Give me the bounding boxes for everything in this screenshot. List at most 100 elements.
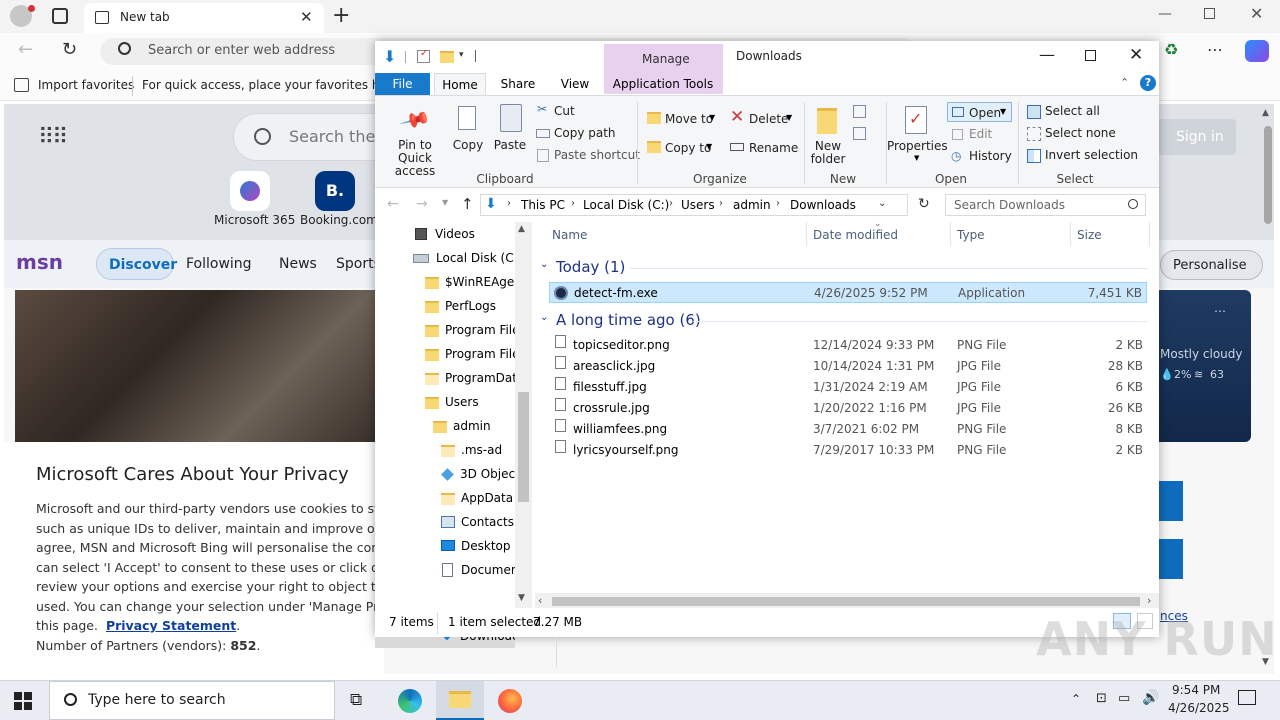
- accept-button-fragment[interactable]: [1159, 481, 1183, 521]
- open-dropdown-icon[interactable]: ▼: [1000, 107, 1006, 116]
- browser-tab[interactable]: New tab ✕: [84, 3, 324, 33]
- nav-desktop[interactable]: Desktop: [441, 534, 515, 558]
- select-none-button[interactable]: Select none: [1045, 126, 1116, 140]
- network-icon[interactable]: ▭: [1118, 691, 1130, 706]
- back-arrow-icon[interactable]: ←: [18, 39, 33, 60]
- group-collapse-icon[interactable]: ⌄: [540, 259, 548, 270]
- crumb-users[interactable]: Users: [681, 198, 715, 212]
- paste-shortcut-button[interactable]: Paste shortcut: [554, 148, 640, 162]
- nav-contacts[interactable]: Contacts: [441, 510, 515, 534]
- news-photo[interactable]: [15, 290, 375, 442]
- nav-3d-objects[interactable]: 3D Objects: [441, 462, 515, 486]
- group-long-ago[interactable]: A long time ago (6): [556, 311, 701, 329]
- column-divider[interactable]: [806, 222, 807, 246]
- qat-properties-icon[interactable]: ✓: [417, 48, 430, 63]
- tab-share[interactable]: Share: [493, 73, 543, 95]
- qat-download-icon[interactable]: ⬇: [383, 47, 396, 66]
- reject-button-fragment[interactable]: [1159, 539, 1183, 579]
- column-type[interactable]: Type: [957, 228, 985, 242]
- tab-news[interactable]: News: [279, 256, 317, 272]
- breadcrumb-chevron[interactable]: ›: [507, 198, 511, 209]
- nav-winreagent[interactable]: $WinREAgent: [425, 270, 515, 294]
- move-to-dropdown-icon[interactable]: ▼: [709, 113, 715, 122]
- tab-view[interactable]: View: [551, 73, 599, 95]
- rename-button[interactable]: Rename: [749, 141, 798, 155]
- refresh-icon[interactable]: ↻: [62, 39, 77, 60]
- tab-following[interactable]: Following: [186, 256, 252, 272]
- tray-overflow-icon[interactable]: ⌃: [1071, 692, 1081, 706]
- crumb-local-disk[interactable]: Local Disk (C:): [583, 198, 669, 212]
- nav-back-icon[interactable]: ←: [387, 196, 399, 212]
- paste-button[interactable]: Paste: [491, 139, 529, 152]
- cut-button[interactable]: Cut: [554, 104, 575, 118]
- taskbar-search[interactable]: Type here to search: [49, 681, 335, 720]
- new-item-icon[interactable]: [853, 105, 866, 118]
- group-today[interactable]: Today (1): [556, 258, 625, 276]
- open-button[interactable]: Open ▼: [947, 102, 1012, 122]
- scroll-up-icon[interactable]: ▲: [1262, 108, 1269, 118]
- new-folder-button[interactable]: New folder: [805, 140, 851, 166]
- copilot-icon[interactable]: [1245, 40, 1269, 62]
- crumb-admin[interactable]: admin: [733, 198, 771, 212]
- clock-time[interactable]: 9:54 PM: [1172, 683, 1220, 697]
- taskbar-edge[interactable]: [386, 681, 434, 720]
- properties-button[interactable]: Properties: [887, 140, 948, 153]
- column-size[interactable]: Size: [1077, 228, 1102, 242]
- weather-card[interactable]: ⋯ Mostly cloudy 💧 2% ≋ 63: [1152, 290, 1251, 442]
- column-name[interactable]: Name: [552, 228, 587, 242]
- recent-locations-icon[interactable]: ▼: [442, 198, 448, 207]
- move-to-button[interactable]: Move to: [665, 112, 713, 126]
- tab-actions-icon[interactable]: [52, 8, 68, 24]
- pin-quick-access-button[interactable]: Pin to Quick access: [380, 139, 450, 178]
- nav-appdata[interactable]: AppData: [441, 486, 515, 510]
- breadcrumb-chevron[interactable]: ›: [669, 198, 673, 209]
- weather-more-icon[interactable]: ⋯: [1214, 304, 1226, 318]
- tray-device-icon[interactable]: ⊡: [1096, 691, 1107, 706]
- copy-to-button[interactable]: Copy to: [665, 141, 711, 155]
- address-refresh-icon[interactable]: ↻: [918, 196, 930, 212]
- edit-button[interactable]: Edit: [969, 127, 992, 141]
- column-divider[interactable]: [1149, 222, 1150, 246]
- booking-icon[interactable]: B.: [315, 171, 355, 211]
- ribbon-collapse-icon[interactable]: ⌃: [1120, 76, 1129, 89]
- address-breadcrumb[interactable]: ⬇ › This PC › Local Disk (C:) › Users › …: [480, 194, 908, 216]
- file-row[interactable]: topicseditor.png 12/14/2024 9:33 PM PNG …: [549, 335, 1147, 356]
- explorer-search-box[interactable]: Search Downloads: [945, 194, 1146, 216]
- file-row[interactable]: areasclick.jpg 10/14/2024 1:31 PM JPG Fi…: [549, 356, 1147, 377]
- window-close-icon[interactable]: ✕: [1250, 4, 1263, 23]
- new-tab-plus-icon[interactable]: +: [332, 3, 350, 28]
- address-history-dropdown-icon[interactable]: ⌄: [878, 198, 886, 209]
- tab-application-tools[interactable]: Application Tools: [607, 73, 719, 95]
- app-launcher-icon[interactable]: ⠿⠿: [38, 125, 68, 150]
- hscroll-thumb[interactable]: [552, 597, 1140, 606]
- explorer-maximize-icon[interactable]: [1085, 50, 1096, 61]
- nav-admin[interactable]: admin: [433, 414, 515, 438]
- nav-program-files-x86[interactable]: Program Files: [425, 342, 515, 366]
- delete-dropdown-icon[interactable]: ▼: [786, 113, 792, 122]
- nav-scroll-thumb[interactable]: [518, 392, 529, 502]
- nav-local-disk[interactable]: Local Disk (C:): [413, 246, 522, 270]
- nav-forward-icon[interactable]: →: [416, 196, 428, 212]
- easy-access-icon[interactable]: [853, 127, 866, 140]
- taskbar-firefox[interactable]: [486, 681, 534, 720]
- import-favorites-link[interactable]: Import favorites: [38, 78, 134, 92]
- copy-path-button[interactable]: Copy path: [554, 126, 616, 140]
- nav-perflogs[interactable]: PerfLogs: [425, 294, 515, 318]
- explorer-minimize-icon[interactable]: —: [1039, 45, 1055, 64]
- tab-discover[interactable]: Discover: [96, 248, 177, 280]
- clock-date[interactable]: 4/26/2025: [1168, 701, 1230, 715]
- breadcrumb-chevron[interactable]: ›: [571, 198, 575, 209]
- help-icon[interactable]: ?: [1140, 75, 1156, 91]
- invert-selection-button[interactable]: Invert selection: [1045, 148, 1138, 162]
- select-all-button[interactable]: Select all: [1045, 104, 1100, 118]
- file-row[interactable]: filesstuff.jpg 1/31/2024 2:19 AM JPG Fil…: [549, 377, 1147, 398]
- qat-customize-icon[interactable]: ▾: [459, 50, 464, 60]
- minimize-icon[interactable]: —: [1158, 6, 1172, 22]
- delete-button[interactable]: Delete: [749, 112, 788, 126]
- file-row[interactable]: williamfees.png 3/7/2021 6:02 PM PNG Fil…: [549, 419, 1147, 440]
- page-scrollbar-thumb[interactable]: [1264, 126, 1272, 224]
- microsoft365-icon[interactable]: [230, 171, 270, 211]
- column-divider[interactable]: [950, 222, 951, 246]
- column-divider[interactable]: [1070, 222, 1071, 246]
- nav-videos[interactable]: Videos: [415, 222, 475, 246]
